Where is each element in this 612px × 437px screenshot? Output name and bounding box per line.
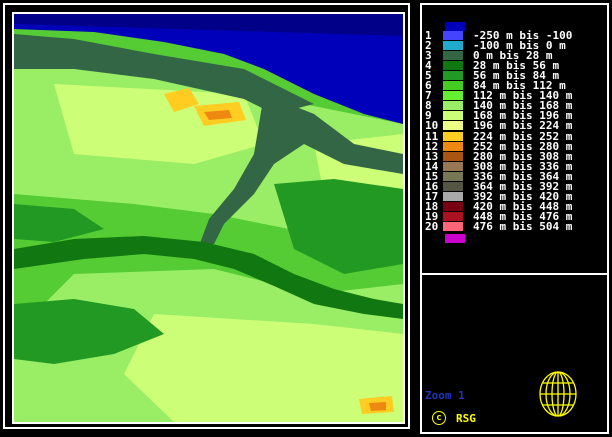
copyright: c RSG	[432, 411, 476, 425]
copyright-symbol: c	[432, 411, 446, 425]
zoom-label[interactable]: Zoom 1	[425, 389, 465, 402]
legend-swatch-bottom	[445, 234, 465, 243]
globe-icon[interactable]	[538, 369, 578, 419]
peak-3-core	[369, 402, 386, 411]
legend-divider	[420, 273, 609, 275]
legend-item-number: 20	[425, 220, 439, 234]
legend-item: 20 476 m bis 504 m	[425, 220, 573, 234]
copyright-text: RSG	[456, 411, 476, 425]
elevation-map[interactable]	[12, 12, 405, 424]
legend-item-swatch	[443, 222, 463, 232]
elevation-map-graphic	[14, 14, 403, 422]
legend-item-label: 476 m bis 504 m	[473, 220, 573, 234]
